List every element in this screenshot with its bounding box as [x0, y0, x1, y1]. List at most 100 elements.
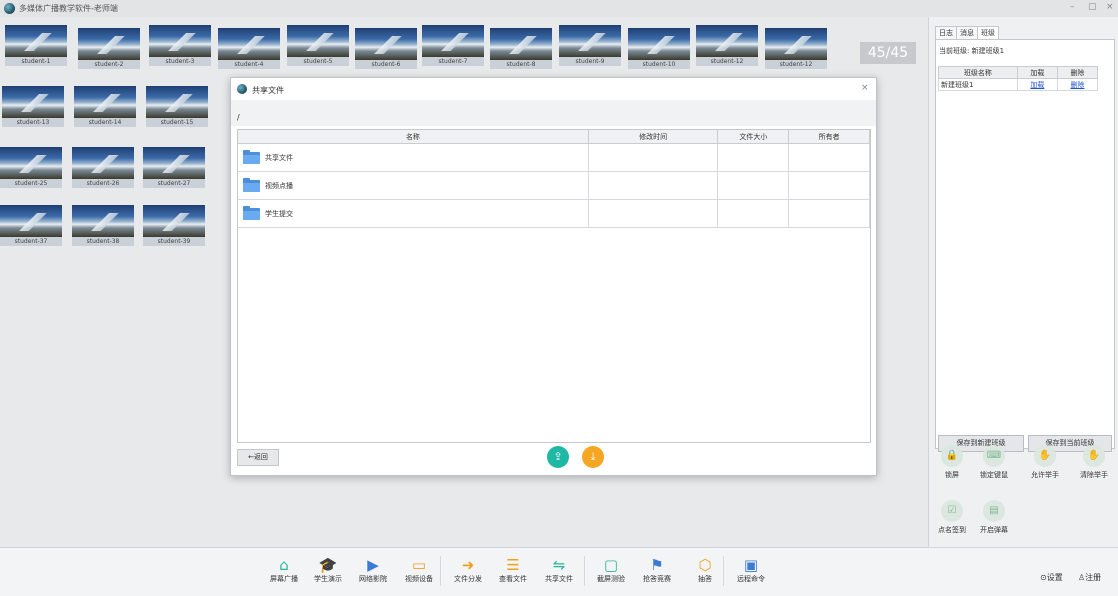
student-thumbnail[interactable]: student-9: [559, 25, 621, 66]
settings-icon: ⊙: [1040, 573, 1047, 582]
restore-button[interactable]: ▢: [1088, 2, 1097, 12]
student-screen-preview: [696, 25, 758, 57]
student-thumbnail[interactable]: student-5: [287, 25, 349, 66]
col-class-name: 班级名称: [938, 66, 1018, 79]
student-thumbnail[interactable]: student-12: [696, 25, 758, 66]
modified-cell: [588, 199, 719, 228]
file-name: 视频点播: [265, 181, 293, 190]
student-thumbnail[interactable]: student-1: [5, 25, 67, 66]
student-thumbnail[interactable]: student-12: [765, 28, 827, 69]
student-thumbnail[interactable]: student-26: [72, 147, 134, 188]
right-panel: 日志 消息 班级 当前班级: 新建班级1 班级名称 加载 删除 新建班级1 加载 删…: [928, 17, 1118, 547]
student-name-label: student-15: [146, 118, 208, 127]
upload-icon: ⇪: [553, 450, 563, 463]
student-thumbnail[interactable]: student-27: [143, 147, 205, 188]
online-counter: 45/45: [860, 42, 916, 64]
student-thumbnail[interactable]: student-39: [143, 205, 205, 246]
raise-hand-icon: ✋: [1034, 445, 1056, 467]
student-thumbnail[interactable]: student-10: [628, 28, 690, 69]
toolbar-label: 远程命令: [737, 575, 765, 583]
table-row[interactable]: 新建班级1 加载 删除: [938, 78, 1099, 91]
title-bar: 多媒体广播教学软件-老师端 – ▢ ×: [0, 0, 1118, 17]
student-demo-icon: 🎓: [318, 556, 338, 574]
table-row[interactable]: 共享文件: [238, 143, 870, 172]
student-thumbnail[interactable]: student-15: [146, 86, 208, 127]
student-name-label: student-7: [422, 57, 484, 66]
upload-button[interactable]: ⇪: [547, 446, 569, 468]
student-thumbnail[interactable]: student-38: [72, 205, 134, 246]
minimize-button[interactable]: –: [1070, 2, 1075, 12]
toolbar-random-answer[interactable]: ⬡ 抽答: [683, 556, 727, 584]
student-thumbnail[interactable]: student-37: [0, 205, 62, 246]
panel-tool-raise-hand[interactable]: ✋ 允许举手: [1025, 445, 1065, 480]
student-name-label: student-26: [72, 179, 134, 188]
student-thumbnail[interactable]: student-13: [2, 86, 64, 127]
download-button[interactable]: ⤓: [582, 446, 604, 468]
back-button[interactable]: ←返回: [237, 449, 279, 466]
dialog-title-bar: 共享文件 ×: [231, 78, 876, 100]
toolbar-file-send[interactable]: ➜ 文件分发: [446, 556, 490, 584]
col-modified[interactable]: 修改时间: [588, 130, 719, 144]
modified-cell: [588, 143, 719, 172]
toolbar-broadcast[interactable]: ⌂ 屏幕广播: [262, 556, 306, 584]
path-bar: /: [231, 100, 876, 126]
student-screen-preview: [218, 28, 280, 60]
toolbar-share-file[interactable]: ⇋ 共享文件: [537, 556, 581, 584]
toolbar-cinema[interactable]: ▶ 网络影院: [351, 556, 395, 584]
col-size[interactable]: 文件大小: [717, 130, 790, 144]
student-thumbnail[interactable]: student-8: [490, 28, 552, 69]
panel-tool-barrage[interactable]: ▤ 开启弹幕: [974, 500, 1014, 535]
panel-tool-label: 锁定键鼠: [980, 471, 1008, 479]
student-name-label: student-12: [696, 57, 758, 66]
student-thumbnail[interactable]: student-7: [422, 25, 484, 66]
panel-tabs: 日志 消息 班级: [935, 26, 999, 41]
toolbar-buzzer[interactable]: ⚑ 抢答竞赛: [635, 556, 679, 584]
toolbar-student-demo[interactable]: 🎓 学生演示: [306, 556, 350, 584]
student-thumbnail[interactable]: student-25: [0, 147, 62, 188]
student-thumbnail[interactable]: student-2: [78, 28, 140, 69]
student-thumbnail[interactable]: student-14: [74, 86, 136, 127]
toolbar-remote-command[interactable]: ▣ 远程命令: [729, 556, 773, 584]
delete-link[interactable]: 删除: [1056, 78, 1099, 91]
student-screen-preview: [765, 28, 827, 60]
panel-tool-label: 允许举手: [1031, 471, 1059, 479]
panel-tool-lock[interactable]: 🔒 锁屏: [932, 445, 972, 480]
student-screen-preview: [0, 147, 62, 179]
panel-tool-checkin[interactable]: ☑ 点名签到: [932, 500, 972, 535]
video-device-icon: ▭: [411, 556, 427, 574]
toolbar-view-file[interactable]: ☰ 查看文件: [491, 556, 535, 584]
student-screen-preview: [143, 205, 205, 237]
toolbar-screenshot-quiz[interactable]: ▢ 截屏测验: [589, 556, 633, 584]
folder-icon: [243, 149, 260, 164]
col-owner[interactable]: 所有者: [788, 130, 870, 144]
panel-tool-clear-hand[interactable]: ✋ 清除举手: [1074, 445, 1114, 480]
keyboard-lock-icon: ⌨: [983, 445, 1005, 467]
col-name[interactable]: 名称: [238, 130, 589, 144]
random-answer-icon: ⬡: [698, 556, 712, 574]
toolbar-video-device[interactable]: ▭ 视频设备: [397, 556, 441, 584]
class-name-cell: 新建班级1: [938, 78, 1018, 91]
checkin-icon: ☑: [941, 500, 963, 522]
close-button[interactable]: ×: [1106, 2, 1114, 12]
load-link[interactable]: 加载: [1016, 78, 1058, 91]
panel-tool-keyboard-lock[interactable]: ⌨ 锁定键鼠: [974, 445, 1014, 480]
student-name-label: student-12: [765, 60, 827, 69]
student-screen-preview: [5, 25, 67, 57]
dialog-close-button[interactable]: ×: [861, 83, 869, 93]
table-row[interactable]: 视频点播: [238, 171, 870, 200]
student-thumbnail[interactable]: student-3: [149, 25, 211, 66]
file-table: 名称 修改时间 文件大小 所有者 共享文件 视频点播 学生提交: [238, 130, 870, 228]
screenshot-quiz-icon: ▢: [603, 556, 619, 574]
toolbar-label: 截屏测验: [597, 575, 625, 583]
register-button[interactable]: ♙注册: [1078, 572, 1101, 583]
student-thumbnail[interactable]: student-4: [218, 28, 280, 69]
toolbar-label: 抽答: [698, 575, 712, 583]
view-file-icon: ☰: [506, 556, 520, 574]
student-screen-preview: [422, 25, 484, 57]
table-row[interactable]: 学生提交: [238, 199, 870, 228]
file-list: 名称 修改时间 文件大小 所有者 共享文件 视频点播 学生提交: [237, 129, 871, 443]
app-logo-icon: [237, 84, 247, 94]
settings-button[interactable]: ⊙设置: [1040, 572, 1063, 583]
student-thumbnail[interactable]: student-6: [355, 28, 417, 69]
class-tab-content: 当前班级: 新建班级1 班级名称 加载 删除 新建班级1 加载 删除 保存到新建…: [935, 39, 1115, 452]
